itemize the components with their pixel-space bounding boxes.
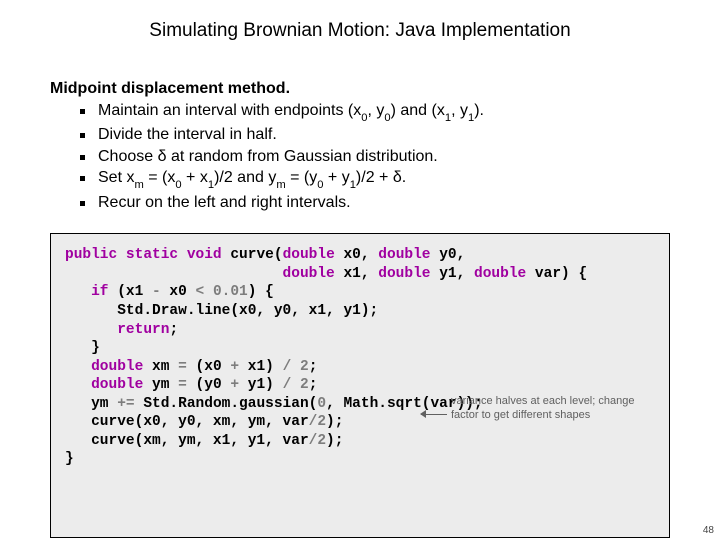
bullet-list: Maintain an interval with endpoints (x0,… xyxy=(80,100,670,213)
bullet-item: Recur on the left and right intervals. xyxy=(80,192,670,214)
bullet-item: Divide the interval in half. xyxy=(80,124,670,146)
slide: Simulating Brownian Motion: Java Impleme… xyxy=(0,0,720,548)
slide-title: Simulating Brownian Motion: Java Impleme… xyxy=(50,20,670,42)
bullet-item: Maintain an interval with endpoints (x0,… xyxy=(80,100,670,124)
bullet-item: Set xm = (x0 + x1)/2 and ym = (y0 + y1)/… xyxy=(80,167,670,191)
annotation-text: variance halves at each level; change fa… xyxy=(451,395,651,421)
code-block: public static void curve(double x0, doub… xyxy=(50,233,670,537)
section-heading: Midpoint displacement method. xyxy=(50,80,670,98)
annotation-arrow-icon xyxy=(421,404,447,415)
bullet-item: Choose δ at random from Gaussian distrib… xyxy=(80,146,670,168)
page-number: 48 xyxy=(703,525,714,536)
